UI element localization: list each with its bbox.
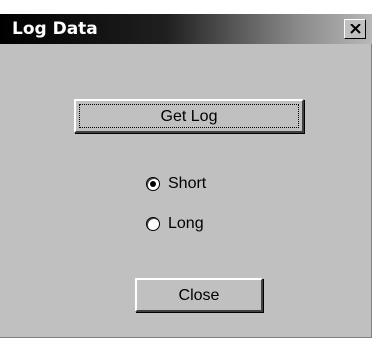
close-window-button[interactable]: [344, 19, 366, 39]
get-log-label: Get Log: [160, 108, 218, 125]
radio-selected-dot: [150, 181, 156, 187]
radio-long-indicator[interactable]: [146, 217, 160, 231]
radio-short[interactable]: Short: [146, 173, 206, 195]
radio-short-label[interactable]: Short: [168, 174, 206, 194]
radio-long-label[interactable]: Long: [168, 214, 204, 234]
title-bar[interactable]: Log Data: [0, 14, 372, 44]
close-icon: [350, 24, 361, 34]
close-button[interactable]: Close: [135, 278, 263, 312]
window-title: Log Data: [12, 19, 98, 39]
radio-long[interactable]: Long: [146, 213, 204, 235]
get-log-button[interactable]: Get Log: [74, 99, 304, 133]
close-label: Close: [178, 287, 220, 304]
radio-short-indicator[interactable]: [146, 177, 160, 191]
log-data-dialog: Log Data Get Log Short Long Close: [0, 14, 372, 338]
